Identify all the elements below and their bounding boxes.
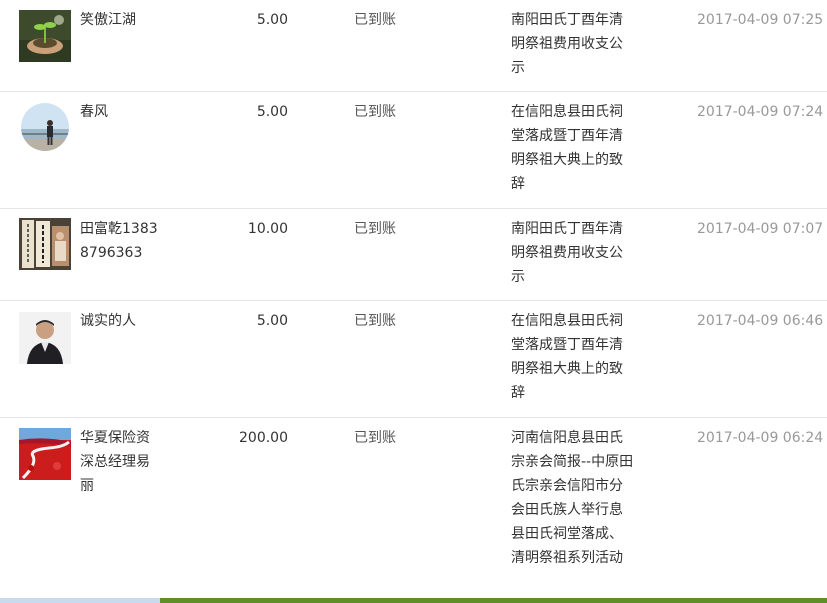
donor-name: 田富乾13838796363: [80, 221, 158, 261]
donation-amount: 5.00: [256, 12, 288, 28]
article-link[interactable]: 南阳田氏丁酉年清明祭祖费用收支公示: [511, 217, 635, 289]
scrollbar-thumb[interactable]: [0, 598, 160, 603]
timestamp: 2017-04-09 07:25: [697, 12, 824, 28]
donor-name: 诚实的人: [80, 313, 136, 329]
table-row: 田富乾13838796363 10.00 已到账 南阳田氏丁酉年清明祭祖费用收支…: [0, 209, 827, 301]
donor-name: 华夏保险资深总经理易丽: [80, 430, 150, 494]
table-row: 华夏保险资深总经理易丽 200.00 已到账 河南信阳息县田氏宗亲会简报--中原…: [0, 418, 827, 599]
status-badge: 已到账: [354, 221, 396, 237]
timestamp: 2017-04-09 07:24: [697, 104, 824, 120]
status-badge: 已到账: [354, 313, 396, 329]
status-badge: 已到账: [354, 104, 396, 120]
donor-name: 笑傲江湖: [80, 12, 136, 28]
status-badge: 已到账: [354, 12, 396, 28]
status-badge: 已到账: [354, 430, 396, 446]
article-link[interactable]: 河南信阳息县田氏宗亲会简报--中原田氏宗亲会信阳市分会田氏族人举行息县田氏祠堂落…: [511, 426, 635, 570]
timestamp: 2017-04-09 07:07: [697, 221, 824, 237]
donation-amount: 200.00: [239, 430, 288, 446]
table-row: 诚实的人 5.00 已到账 在信阳息县田氏祠堂落成暨丁酉年清明祭祖大典上的致辞 …: [0, 301, 827, 418]
calligraphy-banner-avatar[interactable]: [19, 218, 71, 270]
bottom-scrollbar[interactable]: [0, 598, 827, 603]
donor-name: 春风: [80, 104, 108, 120]
donation-amount: 5.00: [256, 104, 288, 120]
timestamp: 2017-04-09 06:24: [697, 430, 824, 446]
timestamp: 2017-04-09 06:46: [697, 313, 824, 329]
table-row: 春风 5.00 已到账 在信阳息县田氏祠堂落成暨丁酉年清明祭祖大典上的致辞 20…: [0, 92, 827, 209]
article-link[interactable]: 南阳田氏丁酉年清明祭祖费用收支公示: [511, 8, 635, 80]
seedling-in-hands-avatar[interactable]: [19, 10, 71, 62]
article-link[interactable]: 在信阳息县田氏祠堂落成暨丁酉年清明祭祖大典上的致辞: [511, 309, 635, 405]
red-landscape-avatar[interactable]: [19, 428, 71, 480]
donation-record-list: 笑傲江湖 5.00 已到账 南阳田氏丁酉年清明祭祖费用收支公示 2017-04-…: [0, 0, 827, 599]
article-link[interactable]: 在信阳息县田氏祠堂落成暨丁酉年清明祭祖大典上的致辞: [511, 100, 635, 196]
man-portrait-avatar[interactable]: [19, 312, 71, 364]
donation-amount: 10.00: [247, 221, 288, 237]
person-by-river-avatar[interactable]: [21, 103, 69, 151]
donation-amount: 5.00: [256, 313, 288, 329]
table-row: 笑傲江湖 5.00 已到账 南阳田氏丁酉年清明祭祖费用收支公示 2017-04-…: [0, 0, 827, 92]
